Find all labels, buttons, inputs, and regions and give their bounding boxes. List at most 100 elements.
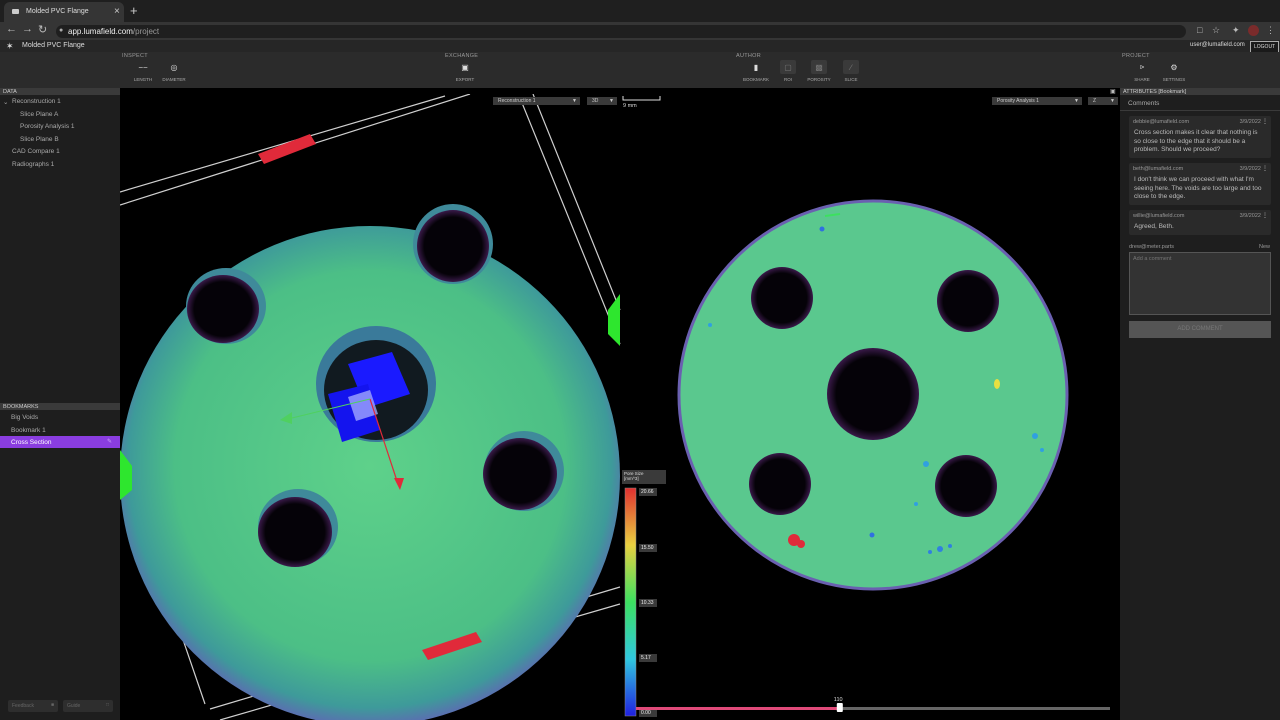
- browser-menu-icon[interactable]: ⋮: [1266, 25, 1275, 36]
- favicon-icon: [12, 9, 19, 14]
- chevron-down-icon: ▼: [1074, 98, 1079, 104]
- legend-tick: 10.33: [641, 600, 654, 606]
- back-arrow-icon[interactable]: ←: [6, 23, 17, 35]
- url-host: app.lumafield.com: [68, 27, 133, 36]
- share-icon: ⪧: [1139, 62, 1145, 71]
- star-icon[interactable]: ☆: [1212, 25, 1220, 36]
- lumafield-logo-icon: ✶: [6, 41, 14, 51]
- comment-input[interactable]: [1129, 252, 1271, 315]
- new-tab-button[interactable]: +: [130, 3, 138, 18]
- address-bar: ← → ↻ ● app.lumafield.com/project □ ☆ ✦ …: [0, 22, 1280, 40]
- share-page-icon[interactable]: □: [1197, 25, 1202, 35]
- comment-card: beth@lumafield.com 3/9/2022 ⋮ I don't th…: [1129, 163, 1271, 205]
- lock-icon: ●: [59, 27, 64, 34]
- tree-item-radiographs[interactable]: Radiographs 1: [12, 161, 54, 168]
- slider-handle[interactable]: [836, 703, 843, 712]
- author-group-label: AUTHOR: [736, 53, 762, 59]
- user-email: user@lumafield.com: [1190, 42, 1245, 48]
- browser-tab-bar: Molded PVC Flange × +: [0, 0, 1280, 22]
- reload-icon[interactable]: ↻: [38, 23, 47, 36]
- browser-tab[interactable]: Molded PVC Flange ×: [4, 2, 124, 22]
- legend-tick: 5.17: [641, 655, 651, 661]
- ruler-icon: −−: [138, 62, 148, 72]
- attributes-header: ATTRIBUTES [Bookmark]: [1120, 88, 1280, 95]
- share-button[interactable]: ⪧ SHARE: [1128, 60, 1156, 82]
- chevron-down-icon: ▼: [1110, 98, 1115, 104]
- draft-author: drew@meter.parts: [1129, 244, 1175, 250]
- export-button[interactable]: ▣ EXPORT: [451, 60, 479, 83]
- bookmark-item[interactable]: Bookmark 1: [0, 424, 120, 436]
- comment-card: debbie@lumafield.com 3/9/2022 ⋮ Cross se…: [1129, 116, 1271, 158]
- diameter-button[interactable]: ◎ DIAMETER: [160, 60, 188, 83]
- scale-bar-label: 9 mm: [623, 103, 637, 109]
- profile-avatar-icon[interactable]: [1248, 25, 1259, 36]
- bookmarks-section-header: BOOKMARKS: [0, 403, 120, 410]
- green-slice-handle-icon[interactable]: [608, 294, 620, 346]
- more-options-icon[interactable]: ⋮: [1262, 118, 1268, 125]
- scale-bar: [622, 96, 661, 101]
- pore-size-legend: [622, 470, 666, 717]
- tree-item-porosity-analysis[interactable]: Porosity Analysis 1: [20, 123, 75, 130]
- length-button[interactable]: −− LENGTH: [129, 60, 157, 83]
- viewport[interactable]: Reconstruction 1 ▼ 3D ▼ 9 mm Porosity Anal…: [120, 94, 1120, 720]
- chevron-down-icon: ▼: [572, 98, 577, 104]
- slice-button[interactable]: ∕ SLICE: [837, 60, 865, 82]
- tree-expand-chevron-icon[interactable]: ⌄: [3, 98, 8, 106]
- dataset-dropdown-right[interactable]: Porosity Analysis 1 ▼: [992, 97, 1082, 105]
- part-slice-view: [677, 199, 1069, 591]
- legend-title: Pore Size [mm^3]: [624, 471, 644, 481]
- data-section-header: DATA: [0, 88, 120, 95]
- panel-toggle-icon[interactable]: ▣: [1110, 88, 1116, 95]
- project-group-label: PROJECT: [1122, 53, 1150, 59]
- part-3d-view: [120, 204, 620, 720]
- gear-icon: ⚙: [1170, 62, 1178, 72]
- roi-icon: ▢: [780, 60, 796, 74]
- porosity-icon: ▩: [811, 60, 827, 74]
- more-options-icon[interactable]: ⋮: [1262, 212, 1268, 219]
- bookmark-item[interactable]: Big Voids: [0, 411, 120, 423]
- left-panel: DATA ⌄ Reconstruction 1 Slice Plane A Po…: [0, 88, 120, 720]
- divider: [1120, 110, 1280, 111]
- tree-item-slice-plane-b[interactable]: Slice Plane B: [20, 136, 59, 143]
- legend-tick: 20.66: [641, 489, 654, 495]
- roi-button[interactable]: ▢ ROI: [774, 60, 802, 82]
- inspect-group-label: INSPECT: [122, 53, 148, 59]
- add-comment-button[interactable]: ADD COMMENT: [1129, 321, 1271, 338]
- more-options-icon[interactable]: ⋮: [1262, 165, 1268, 172]
- tree-item-cad-compare[interactable]: CAD Compare 1: [12, 148, 60, 155]
- bookmark-label: Cross Section: [11, 439, 52, 446]
- document-icon: □: [105, 702, 109, 708]
- axis-dropdown[interactable]: Z ▼: [1088, 97, 1118, 105]
- slider-value: 110: [833, 697, 843, 703]
- export-icon: ▣: [461, 62, 469, 72]
- url-field[interactable]: ● app.lumafield.com/project: [56, 25, 1186, 38]
- tree-item-slice-plane-a[interactable]: Slice Plane A: [20, 111, 58, 118]
- dataset-dropdown-left[interactable]: Reconstruction 1 ▼: [493, 97, 580, 105]
- legend-tick: 0.00: [641, 710, 651, 716]
- comments-title: Comments: [1128, 100, 1160, 107]
- exchange-group-label: EXCHANGE: [445, 53, 479, 59]
- url-path: /project: [132, 27, 160, 36]
- legend-tick: 15.50: [641, 545, 654, 551]
- diameter-icon: ◎: [170, 62, 178, 72]
- slice-icon: ∕: [843, 60, 859, 74]
- scan-render[interactable]: [120, 94, 1120, 720]
- slice-position-slider[interactable]: [636, 703, 1110, 712]
- bookmark-button[interactable]: ▮ BOOKMARK: [742, 60, 770, 83]
- settings-button[interactable]: ⚙ SETTINGS: [1160, 60, 1188, 83]
- comment-card: willie@lumafield.com 3/9/2022 ⋮ Agreed, …: [1129, 210, 1271, 235]
- tab-close-icon[interactable]: ×: [114, 6, 120, 17]
- extensions-icon[interactable]: ✦: [1232, 25, 1240, 36]
- tab-title: Molded PVC Flange: [26, 8, 89, 15]
- forward-arrow-icon[interactable]: →: [22, 23, 33, 35]
- tree-item-reconstruction[interactable]: Reconstruction 1: [12, 98, 61, 105]
- bookmark-icon: ▮: [753, 62, 759, 72]
- bookmark-edit-icon[interactable]: ✎: [107, 438, 112, 445]
- bookmark-item-active[interactable]: Cross Section ✎: [0, 436, 120, 448]
- porosity-button[interactable]: ▩ POROSITY: [805, 60, 833, 82]
- feedback-button[interactable]: Feedback ■: [8, 700, 58, 712]
- project-title: Molded PVC Flange: [22, 42, 85, 49]
- view-mode-dropdown[interactable]: 3D ▼: [587, 97, 617, 105]
- guide-button[interactable]: Guide □: [63, 700, 113, 712]
- app-header: ✶ Molded PVC Flange user@lumafield.com L…: [0, 40, 1280, 53]
